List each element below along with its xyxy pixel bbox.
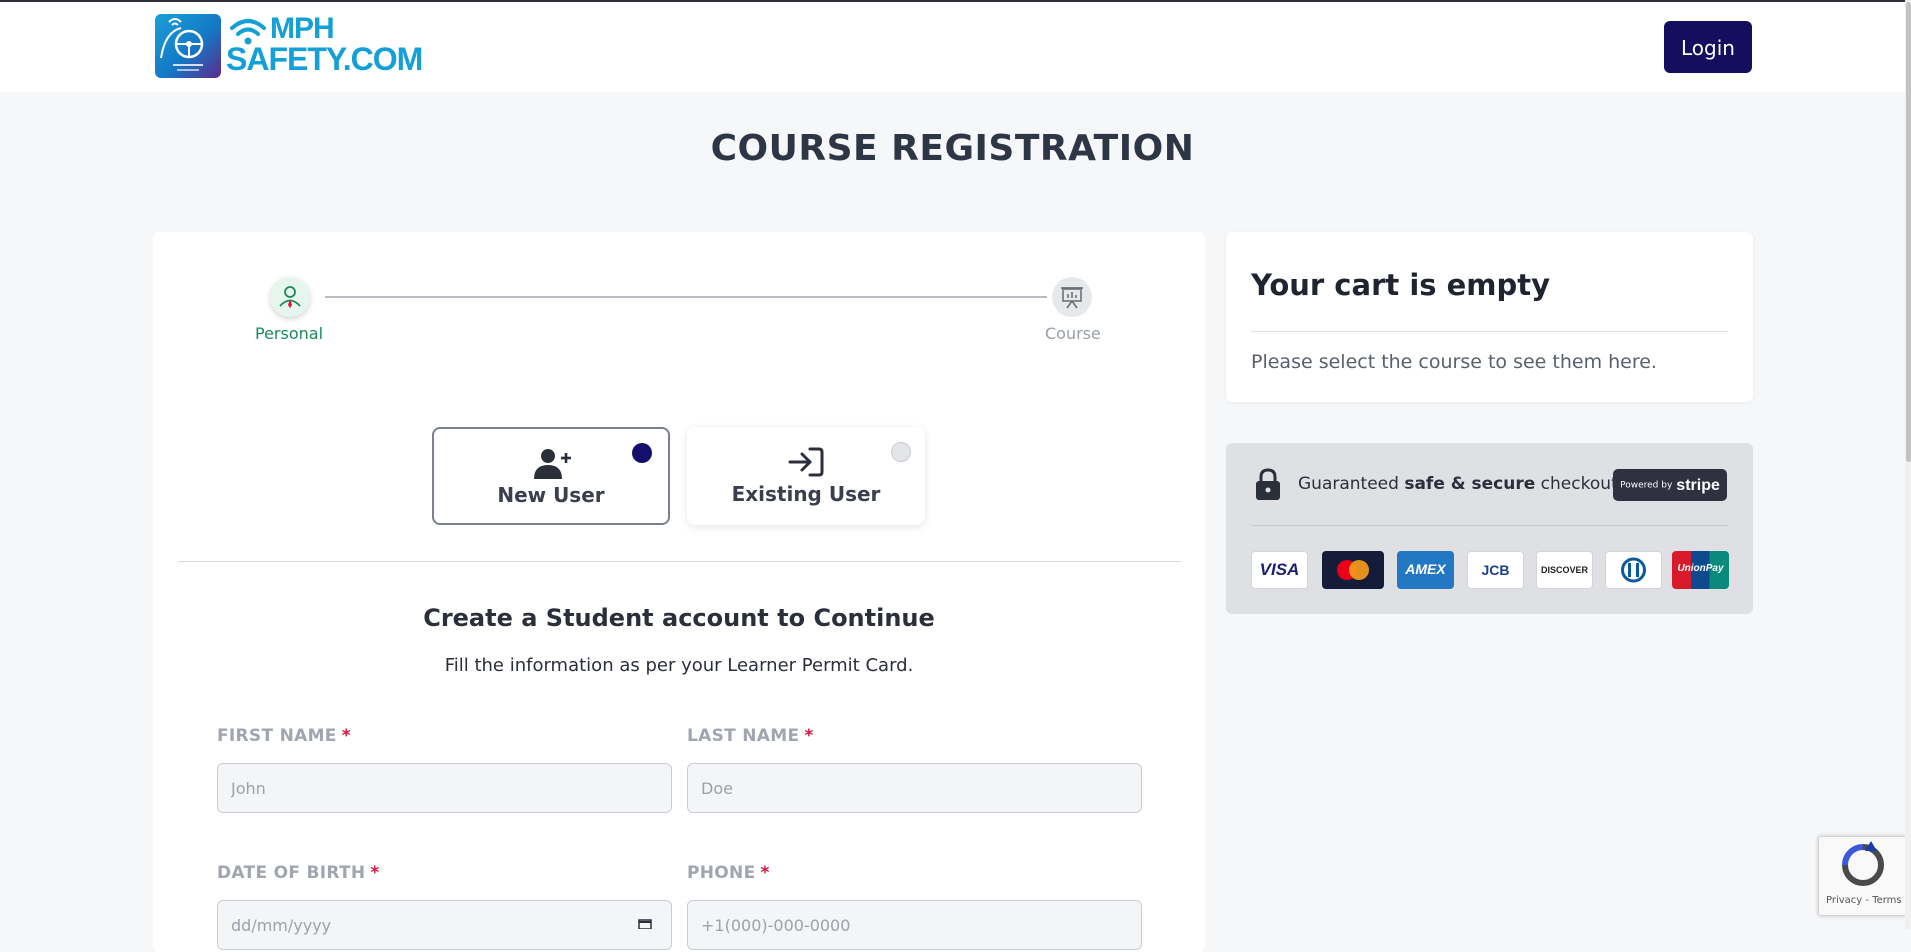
existing-user-radio[interactable] (891, 442, 911, 462)
new-user-radio[interactable] (632, 443, 652, 463)
last-name-input[interactable] (687, 763, 1142, 813)
cart-card (1226, 232, 1753, 402)
cart-message: Please select the course to see them her… (1251, 351, 1657, 373)
existing-user-option[interactable]: Existing User (687, 427, 925, 525)
sign-in-icon (788, 447, 824, 477)
existing-user-label: Existing User (731, 482, 881, 506)
secure-checkout-text: Guaranteed safe & secure checkout (1298, 474, 1618, 494)
logo-icon[interactable] (155, 14, 221, 78)
calendar-icon[interactable] (638, 918, 652, 929)
required-marker: * (341, 726, 351, 746)
cart-divider (1251, 331, 1728, 332)
logo-line2: SAFETY.COM (226, 41, 423, 77)
secure-text-bold: safe & secure (1404, 474, 1536, 494)
visa-card-icon: VISA (1251, 551, 1308, 589)
last-name-label: LAST NAME * (687, 726, 814, 746)
date-of-birth-input[interactable] (217, 900, 672, 950)
first-name-label-text: FIRST NAME (217, 726, 337, 746)
secure-text-prefix: Guaranteed (1298, 474, 1405, 494)
amex-card-icon: AMEX (1397, 551, 1454, 589)
phone-input[interactable] (687, 900, 1142, 950)
diners-club-card-icon (1605, 551, 1662, 589)
jcb-card-icon: JCB (1467, 551, 1524, 589)
login-button[interactable]: Login (1664, 21, 1752, 73)
recaptcha-links: Privacy - Terms (1826, 895, 1902, 906)
last-name-label-text: LAST NAME (687, 726, 800, 746)
user-plus-icon (534, 449, 571, 479)
first-name-input[interactable] (217, 763, 672, 813)
stripe-logo-text: stripe (1676, 476, 1720, 494)
step-course[interactable] (1052, 277, 1092, 317)
step-label-course: Course (1045, 324, 1101, 343)
mastercard-logo-icon (1337, 560, 1369, 580)
dob-label-text: DATE OF BIRTH (217, 863, 366, 883)
required-marker: * (760, 863, 770, 883)
new-user-option[interactable]: New User (432, 427, 670, 525)
secure-text-suffix: checkout (1535, 474, 1618, 494)
privacy-link[interactable]: Privacy (1826, 895, 1862, 906)
first-name-label: FIRST NAME * (217, 726, 351, 746)
step-personal[interactable] (270, 277, 310, 317)
new-user-label: New User (497, 483, 605, 507)
diners-club-logo-icon (1621, 557, 1646, 583)
logo-wordmark[interactable]: MPH SAFETY.COM (226, 12, 423, 78)
discover-card-icon: DISCOVER (1536, 551, 1593, 589)
phone-label-text: PHONE (687, 863, 756, 883)
terms-link[interactable]: Terms (1872, 895, 1901, 906)
mastercard-card-icon (1322, 551, 1384, 589)
required-marker: * (804, 726, 814, 746)
secure-divider (1251, 525, 1728, 526)
form-subtitle: Fill the information as per your Learner… (444, 655, 914, 676)
dob-label: DATE OF BIRTH * (217, 863, 380, 883)
powered-by-stripe-badge: Powered by stripe (1613, 469, 1727, 501)
page-title: COURSE REGISTRATION (710, 128, 1195, 169)
form-title: Create a Student account to Continue (423, 604, 935, 632)
recaptcha-separator: - (1862, 895, 1873, 906)
section-divider (178, 561, 1181, 562)
unionpay-card-icon: UnionPay (1672, 551, 1729, 589)
phone-label: PHONE * (687, 863, 770, 883)
cart-title: Your cart is empty (1251, 268, 1551, 302)
recaptcha-icon (1842, 841, 1884, 886)
lock-icon (1256, 468, 1280, 500)
stepper-connector (325, 296, 1047, 298)
step-label-personal: Personal (255, 324, 324, 343)
steering-wheel-icon (160, 18, 204, 71)
presentation-board-icon (1061, 287, 1083, 309)
logo-line1: MPH (270, 12, 335, 45)
stripe-powered-text: Powered by (1620, 480, 1673, 491)
person-icon (279, 286, 301, 308)
scrollbar-thumb[interactable] (1906, 2, 1911, 462)
required-marker: * (370, 863, 380, 883)
